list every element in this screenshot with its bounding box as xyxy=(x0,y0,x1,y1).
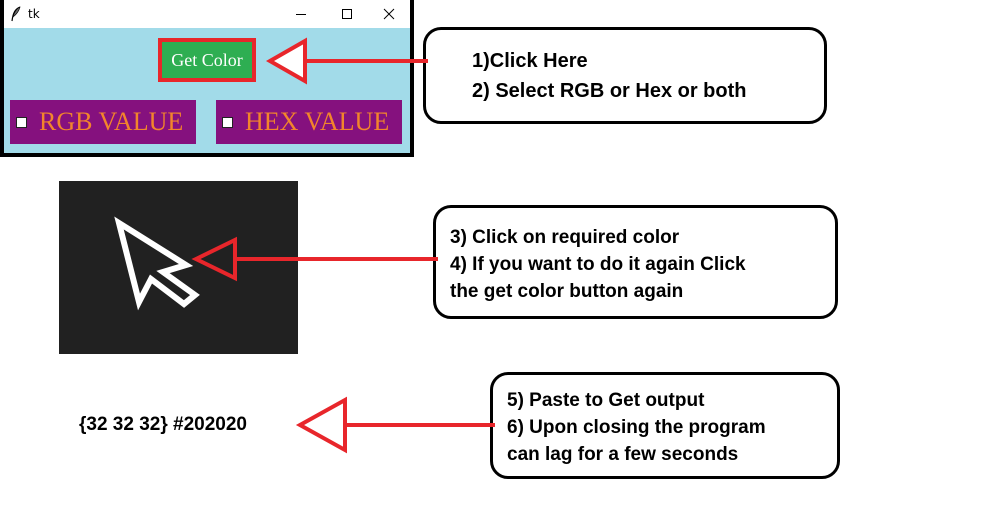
instruction-box-1: 1)Click Here 2) Select RGB or Hex or bot… xyxy=(423,27,827,124)
arrow-to-output xyxy=(295,396,495,454)
window-client-area: Get Color RGB VALUE HEX VALUE xyxy=(4,28,410,153)
title-bar: tk xyxy=(4,0,410,28)
rgb-checkbox-box[interactable] xyxy=(16,116,27,128)
tk-window: tk Get Color RGB VALUE HEX VALUE xyxy=(0,0,414,157)
maximize-button[interactable] xyxy=(324,0,370,28)
close-button[interactable] xyxy=(366,0,412,28)
maximize-icon xyxy=(341,8,353,20)
minimize-icon xyxy=(295,8,307,20)
instruction-line: 4) If you want to do it again Click xyxy=(450,254,746,275)
mouse-pointer-icon xyxy=(114,216,200,311)
window-title: tk xyxy=(28,7,40,21)
rgb-value-label: RGB VALUE xyxy=(39,107,184,136)
instruction-line: 1)Click Here xyxy=(472,50,588,72)
hex-value-checkbox[interactable]: HEX VALUE xyxy=(216,100,402,144)
instruction-line: 6) Upon closing the program xyxy=(507,417,766,438)
close-icon xyxy=(383,8,395,20)
instruction-line: 3) Click on required color xyxy=(450,227,680,248)
rgb-value-checkbox[interactable]: RGB VALUE xyxy=(10,100,196,144)
hex-checkbox-box[interactable] xyxy=(222,116,233,128)
instruction-line: 5) Paste to Get output xyxy=(507,390,705,411)
tk-feather-icon xyxy=(10,6,22,22)
get-color-button[interactable]: Get Color xyxy=(158,38,256,82)
instruction-line: can lag for a few seconds xyxy=(507,444,739,465)
minimize-button[interactable] xyxy=(278,0,324,28)
instruction-box-3: 5) Paste to Get output 6) Upon closing t… xyxy=(490,372,840,479)
hex-value-label: HEX VALUE xyxy=(245,107,390,136)
instruction-line: the get color button again xyxy=(450,281,684,302)
color-picker-preview xyxy=(59,181,298,354)
color-output-text: {32 32 32} #202020 xyxy=(79,414,247,435)
instruction-box-2: 3) Click on required color 4) If you wan… xyxy=(433,205,838,319)
instruction-line: 2) Select RGB or Hex or both xyxy=(472,80,747,102)
